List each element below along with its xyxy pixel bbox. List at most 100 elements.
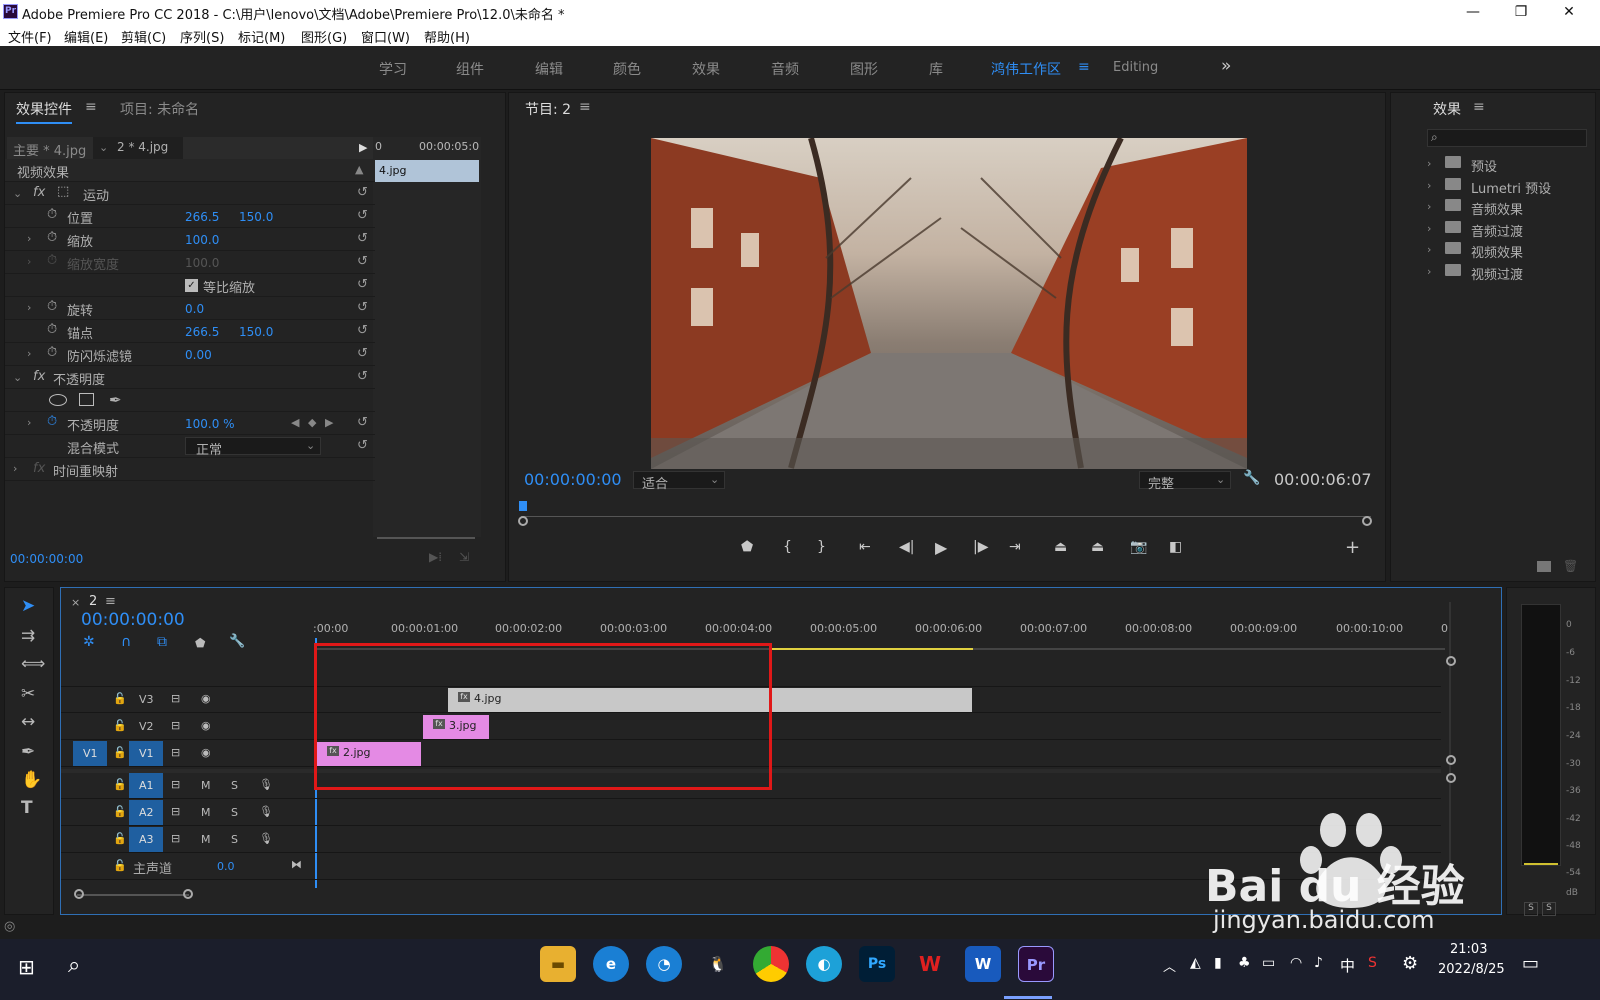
fx-badge[interactable]: fx	[33, 461, 45, 476]
nest-icon[interactable]: ✲	[83, 634, 95, 650]
menu-help[interactable]: 帮助(H)	[424, 27, 470, 46]
workspace-libraries[interactable]: 库	[929, 59, 943, 79]
sogou-icon[interactable]: S	[1368, 955, 1377, 971]
panel-menu-icon[interactable]: ≡	[85, 99, 97, 115]
blend-mode-select[interactable]: 正常 ⌄	[185, 437, 321, 458]
disclosure-closed-icon[interactable]: ›	[27, 232, 31, 245]
lock-icon[interactable]: 🔓	[113, 859, 127, 872]
qq-browser-icon[interactable]: ◔	[646, 946, 682, 982]
zoom-select[interactable]: 适合 ⌄	[633, 471, 725, 492]
menu-marker[interactable]: 标记(M)	[238, 27, 285, 46]
track-label-v1[interactable]: V1	[129, 741, 163, 766]
tree-item-video-effects[interactable]: › 视频效果	[1427, 241, 1587, 263]
workspace-effects[interactable]: 效果	[692, 59, 720, 79]
lock-icon[interactable]: 🔓	[113, 805, 127, 818]
tray-usb-icon[interactable]: ▮	[1214, 955, 1222, 971]
add-marker-icon[interactable]: ⬟	[741, 539, 753, 555]
close-button[interactable]: ✕	[1546, 0, 1592, 24]
battery-icon[interactable]: ▭	[1262, 955, 1275, 971]
track-select-tool-icon[interactable]: ⇉	[21, 626, 35, 646]
workspace-assembly[interactable]: 组件	[456, 59, 484, 79]
zoom-handle-right[interactable]	[1362, 516, 1372, 526]
horizontal-zoom-bar[interactable]	[77, 894, 189, 896]
menu-file[interactable]: 文件(F)	[8, 27, 52, 46]
tree-item-audio-transitions[interactable]: › 音频过渡	[1427, 220, 1587, 242]
photoshop-icon[interactable]: Ps	[859, 946, 895, 982]
play-audio-icon[interactable]: ▶⁞	[429, 550, 442, 564]
zoom-handle-right[interactable]	[183, 889, 193, 899]
step-forward-icon[interactable]: |▶	[973, 539, 988, 555]
solo-button[interactable]: S	[231, 806, 238, 819]
reset-icon[interactable]: ↺	[357, 415, 368, 430]
stopwatch-icon[interactable]: ⏱	[47, 299, 57, 314]
opacity-value[interactable]: 100.0 %	[185, 417, 235, 431]
lock-icon[interactable]: 🔓	[113, 719, 127, 732]
solo-button[interactable]: S	[231, 833, 238, 846]
export-icon[interactable]: ⇲	[459, 550, 469, 564]
close-icon[interactable]: ×	[71, 596, 80, 609]
workspace-audio[interactable]: 音频	[771, 59, 799, 79]
workspace-color[interactable]: 颜色	[613, 59, 641, 79]
selection-tool-icon[interactable]: ➤	[21, 596, 35, 616]
mute-button[interactable]: M	[201, 806, 211, 819]
track-label-a3[interactable]: A3	[129, 827, 163, 852]
tray-qq-icon[interactable]: ♣	[1238, 955, 1251, 971]
wps-icon[interactable]: W	[912, 946, 948, 982]
workspace-overflow-icon[interactable]: »	[1221, 56, 1231, 76]
track-label-v3[interactable]: V3	[139, 693, 154, 706]
master-volume-value[interactable]: 0.0	[217, 860, 235, 873]
resolution-select[interactable]: 完整 ⌄	[1139, 471, 1231, 492]
microphone-icon[interactable]: 🎙	[259, 778, 273, 791]
premiere-taskbar-icon[interactable]: Pr	[1018, 946, 1054, 982]
menu-sequence[interactable]: 序列(S)	[180, 27, 224, 46]
effects-search-input[interactable]: ⌕	[1427, 129, 1587, 147]
microphone-icon[interactable]: 🎙	[259, 832, 273, 845]
ripple-edit-tool-icon[interactable]: ⟺	[21, 654, 45, 674]
tab-effect-controls[interactable]: 效果控件	[16, 99, 72, 124]
program-timecode[interactable]: 00:00:00:00	[524, 470, 622, 489]
microphone-icon[interactable]: 🎙	[259, 805, 273, 818]
zoom-handle-left[interactable]	[74, 889, 84, 899]
new-bin-icon[interactable]	[1537, 561, 1551, 572]
anti-flicker-value[interactable]: 0.00	[185, 348, 212, 362]
ime-indicator[interactable]: 中	[1340, 955, 1355, 976]
restore-button[interactable]: ❐	[1498, 0, 1544, 24]
wifi-icon[interactable]: ◠	[1290, 955, 1302, 971]
lock-icon[interactable]: 🔓	[113, 778, 127, 791]
menu-window[interactable]: 窗口(W)	[361, 27, 410, 46]
qq-icon[interactable]: 🐧	[700, 946, 736, 982]
menu-clip[interactable]: 剪辑(C)	[121, 27, 166, 46]
slip-tool-icon[interactable]: ↔	[21, 712, 35, 732]
mute-button[interactable]: M	[201, 779, 211, 792]
disclosure-closed-icon[interactable]: ›	[27, 347, 31, 360]
stopwatch-icon[interactable]: ⏱	[47, 322, 57, 337]
reset-icon[interactable]: ↺	[357, 277, 368, 292]
ellipse-mask-icon[interactable]	[49, 394, 67, 406]
tree-item-audio-effects[interactable]: › 音频效果	[1427, 198, 1587, 220]
eye-icon[interactable]: ◉	[201, 692, 211, 705]
eye-icon[interactable]: ◉	[201, 746, 211, 759]
trash-icon[interactable]: 🗑	[1563, 559, 1578, 573]
go-to-in-icon[interactable]: ⇤	[859, 539, 871, 555]
go-to-edit-icon[interactable]: ⧓	[291, 858, 302, 871]
eye-icon[interactable]: ◉	[201, 719, 211, 732]
effect-controls-timecode[interactable]: 00:00:00:00	[10, 552, 83, 566]
linked-selection-icon[interactable]: ⧉	[157, 634, 167, 650]
sequence-clip-label[interactable]: 2 * 4.jpg	[117, 140, 168, 154]
reset-icon[interactable]: ↺	[357, 323, 368, 338]
panel-menu-icon[interactable]: ≡	[105, 594, 116, 609]
reset-icon[interactable]: ↺	[357, 208, 368, 223]
tray-app-icon[interactable]: ◭	[1190, 955, 1201, 971]
tree-item-presets[interactable]: › 预设	[1427, 155, 1587, 177]
workspace-editing-en[interactable]: Editing	[1113, 60, 1158, 75]
program-monitor-title[interactable]: 节目: 2	[525, 99, 571, 119]
mute-button[interactable]: M	[201, 833, 211, 846]
effects-title[interactable]: 效果	[1433, 99, 1461, 119]
track-label-a2[interactable]: A2	[129, 800, 163, 825]
scroll-handle[interactable]	[1446, 773, 1456, 783]
word-icon[interactable]: W	[965, 946, 1001, 982]
program-scrubber[interactable]	[519, 501, 1371, 517]
workspace-editing[interactable]: 编辑	[535, 59, 563, 79]
workspace-learn[interactable]: 学习	[379, 59, 407, 79]
volume-icon[interactable]: ♪	[1314, 955, 1323, 971]
